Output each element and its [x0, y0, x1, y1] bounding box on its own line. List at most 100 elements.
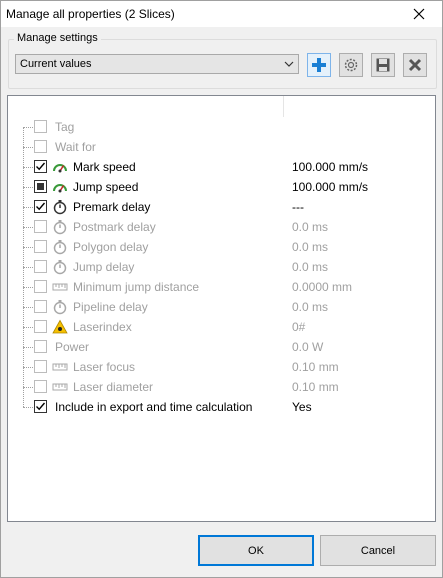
property-checkbox[interactable] [34, 300, 47, 313]
property-row[interactable]: Laserindex 0# [8, 317, 435, 337]
tree-branch-line [23, 307, 33, 308]
property-checkbox[interactable] [34, 180, 47, 193]
tree-branch-line [23, 227, 33, 228]
save-icon [376, 58, 390, 72]
laser-warning-icon [52, 319, 68, 335]
dialog-window: Manage all properties (2 Slices) Manage … [0, 0, 443, 578]
cancel-button[interactable]: Cancel [320, 535, 436, 566]
tree-branch-line [23, 167, 33, 168]
stopwatch-icon [52, 299, 68, 315]
property-label: Tag [55, 120, 75, 134]
delete-preset-button[interactable] [403, 53, 427, 77]
tree-branch-line [23, 187, 33, 188]
column-separator [283, 96, 284, 117]
property-row[interactable]: Laser diameter 0.10 mm [8, 377, 435, 397]
stopwatch-icon [52, 259, 68, 275]
add-preset-button[interactable] [307, 53, 331, 77]
tree-branch-line [23, 127, 33, 128]
property-checkbox[interactable] [34, 120, 47, 133]
property-value: 0.0000 mm [292, 280, 353, 294]
property-value: 0# [292, 320, 306, 334]
property-label: Jump delay [73, 260, 135, 274]
property-checkbox[interactable] [34, 380, 47, 393]
property-label: Mark speed [73, 160, 136, 174]
save-preset-button[interactable] [371, 53, 395, 77]
tree-branch-line [23, 347, 33, 348]
properties-tree[interactable]: Tag Wait for Mark speed 100.000 mm/s Jump sp… [7, 95, 436, 522]
property-row[interactable]: Tag [8, 117, 435, 137]
property-row[interactable]: Minimum jump distance 0.0000 mm [8, 277, 435, 297]
preset-value: Current values [20, 58, 92, 70]
property-checkbox[interactable] [34, 200, 47, 213]
property-value: 0.0 ms [292, 300, 329, 314]
chevron-down-icon [284, 61, 294, 67]
property-row[interactable]: Laser focus 0.10 mm [8, 357, 435, 377]
property-row[interactable]: Premark delay --- [8, 197, 435, 217]
tree-branch-line [23, 407, 33, 408]
preset-combobox[interactable]: Current values [15, 54, 299, 74]
ruler-icon [52, 279, 68, 295]
property-value: 0.0 ms [292, 240, 329, 254]
property-label: Pipeline delay [73, 300, 148, 314]
ok-button[interactable]: OK [198, 535, 314, 566]
property-row[interactable]: Jump speed 100.000 mm/s [8, 177, 435, 197]
delete-icon [408, 58, 422, 72]
property-row[interactable]: Wait for [8, 137, 435, 157]
manage-settings-legend: Manage settings [14, 32, 101, 44]
property-row[interactable]: Pipeline delay 0.0 ms [8, 297, 435, 317]
property-label: Laserindex [73, 320, 132, 334]
property-label: Jump speed [73, 180, 139, 194]
tree-branch-line [23, 267, 33, 268]
property-checkbox[interactable] [34, 280, 47, 293]
property-checkbox[interactable] [34, 220, 47, 233]
ruler-icon [52, 359, 68, 375]
property-value: --- [292, 200, 304, 214]
tree-branch-line [23, 327, 33, 328]
property-checkbox[interactable] [34, 340, 47, 353]
property-value: 0.0 ms [292, 260, 329, 274]
property-label: Polygon delay [73, 240, 149, 254]
property-row[interactable]: Include in export and time calculation Ye… [8, 397, 435, 417]
title-bar: Manage all properties (2 Slices) [1, 1, 442, 27]
window-title: Manage all properties (2 Slices) [6, 7, 175, 21]
tree-branch-line [23, 207, 33, 208]
tree-branch-line [23, 387, 33, 388]
ruler-icon [52, 379, 68, 395]
property-checkbox[interactable] [34, 140, 47, 153]
stopwatch-icon [52, 199, 68, 215]
property-row[interactable]: Power 0.0 W [8, 337, 435, 357]
tree-branch-line [23, 247, 33, 248]
close-icon [413, 8, 425, 20]
property-value: 100.000 mm/s [292, 160, 369, 174]
preset-settings-button[interactable] [339, 53, 363, 77]
tree-branch-line [23, 367, 33, 368]
gear-icon [344, 58, 358, 72]
tree-branch-line [23, 147, 33, 148]
add-icon [312, 58, 326, 72]
speedometer-icon [52, 179, 68, 195]
close-button[interactable] [396, 1, 442, 27]
property-label: Power [55, 340, 90, 354]
property-row[interactable]: Mark speed 100.000 mm/s [8, 157, 435, 177]
property-value: 0.0 ms [292, 220, 329, 234]
property-value: 0.10 mm [292, 360, 339, 374]
manage-settings-group: Manage settings Current values [8, 32, 437, 89]
property-checkbox[interactable] [34, 360, 47, 373]
property-value: 100.000 mm/s [292, 180, 369, 194]
property-row[interactable]: Jump delay 0.0 ms [8, 257, 435, 277]
property-row[interactable]: Polygon delay 0.0 ms [8, 237, 435, 257]
property-label: Minimum jump distance [73, 280, 200, 294]
property-label: Wait for [55, 140, 96, 154]
property-checkbox[interactable] [34, 240, 47, 253]
speedometer-icon [52, 159, 68, 175]
property-value: Yes [292, 400, 312, 414]
property-row[interactable]: Postmark delay 0.0 ms [8, 217, 435, 237]
property-checkbox[interactable] [34, 320, 47, 333]
stopwatch-icon [52, 239, 68, 255]
property-checkbox[interactable] [34, 400, 47, 413]
property-label: Postmark delay [73, 220, 156, 234]
property-label: Premark delay [73, 200, 151, 214]
property-checkbox[interactable] [34, 160, 47, 173]
stopwatch-icon [52, 219, 68, 235]
property-checkbox[interactable] [34, 260, 47, 273]
